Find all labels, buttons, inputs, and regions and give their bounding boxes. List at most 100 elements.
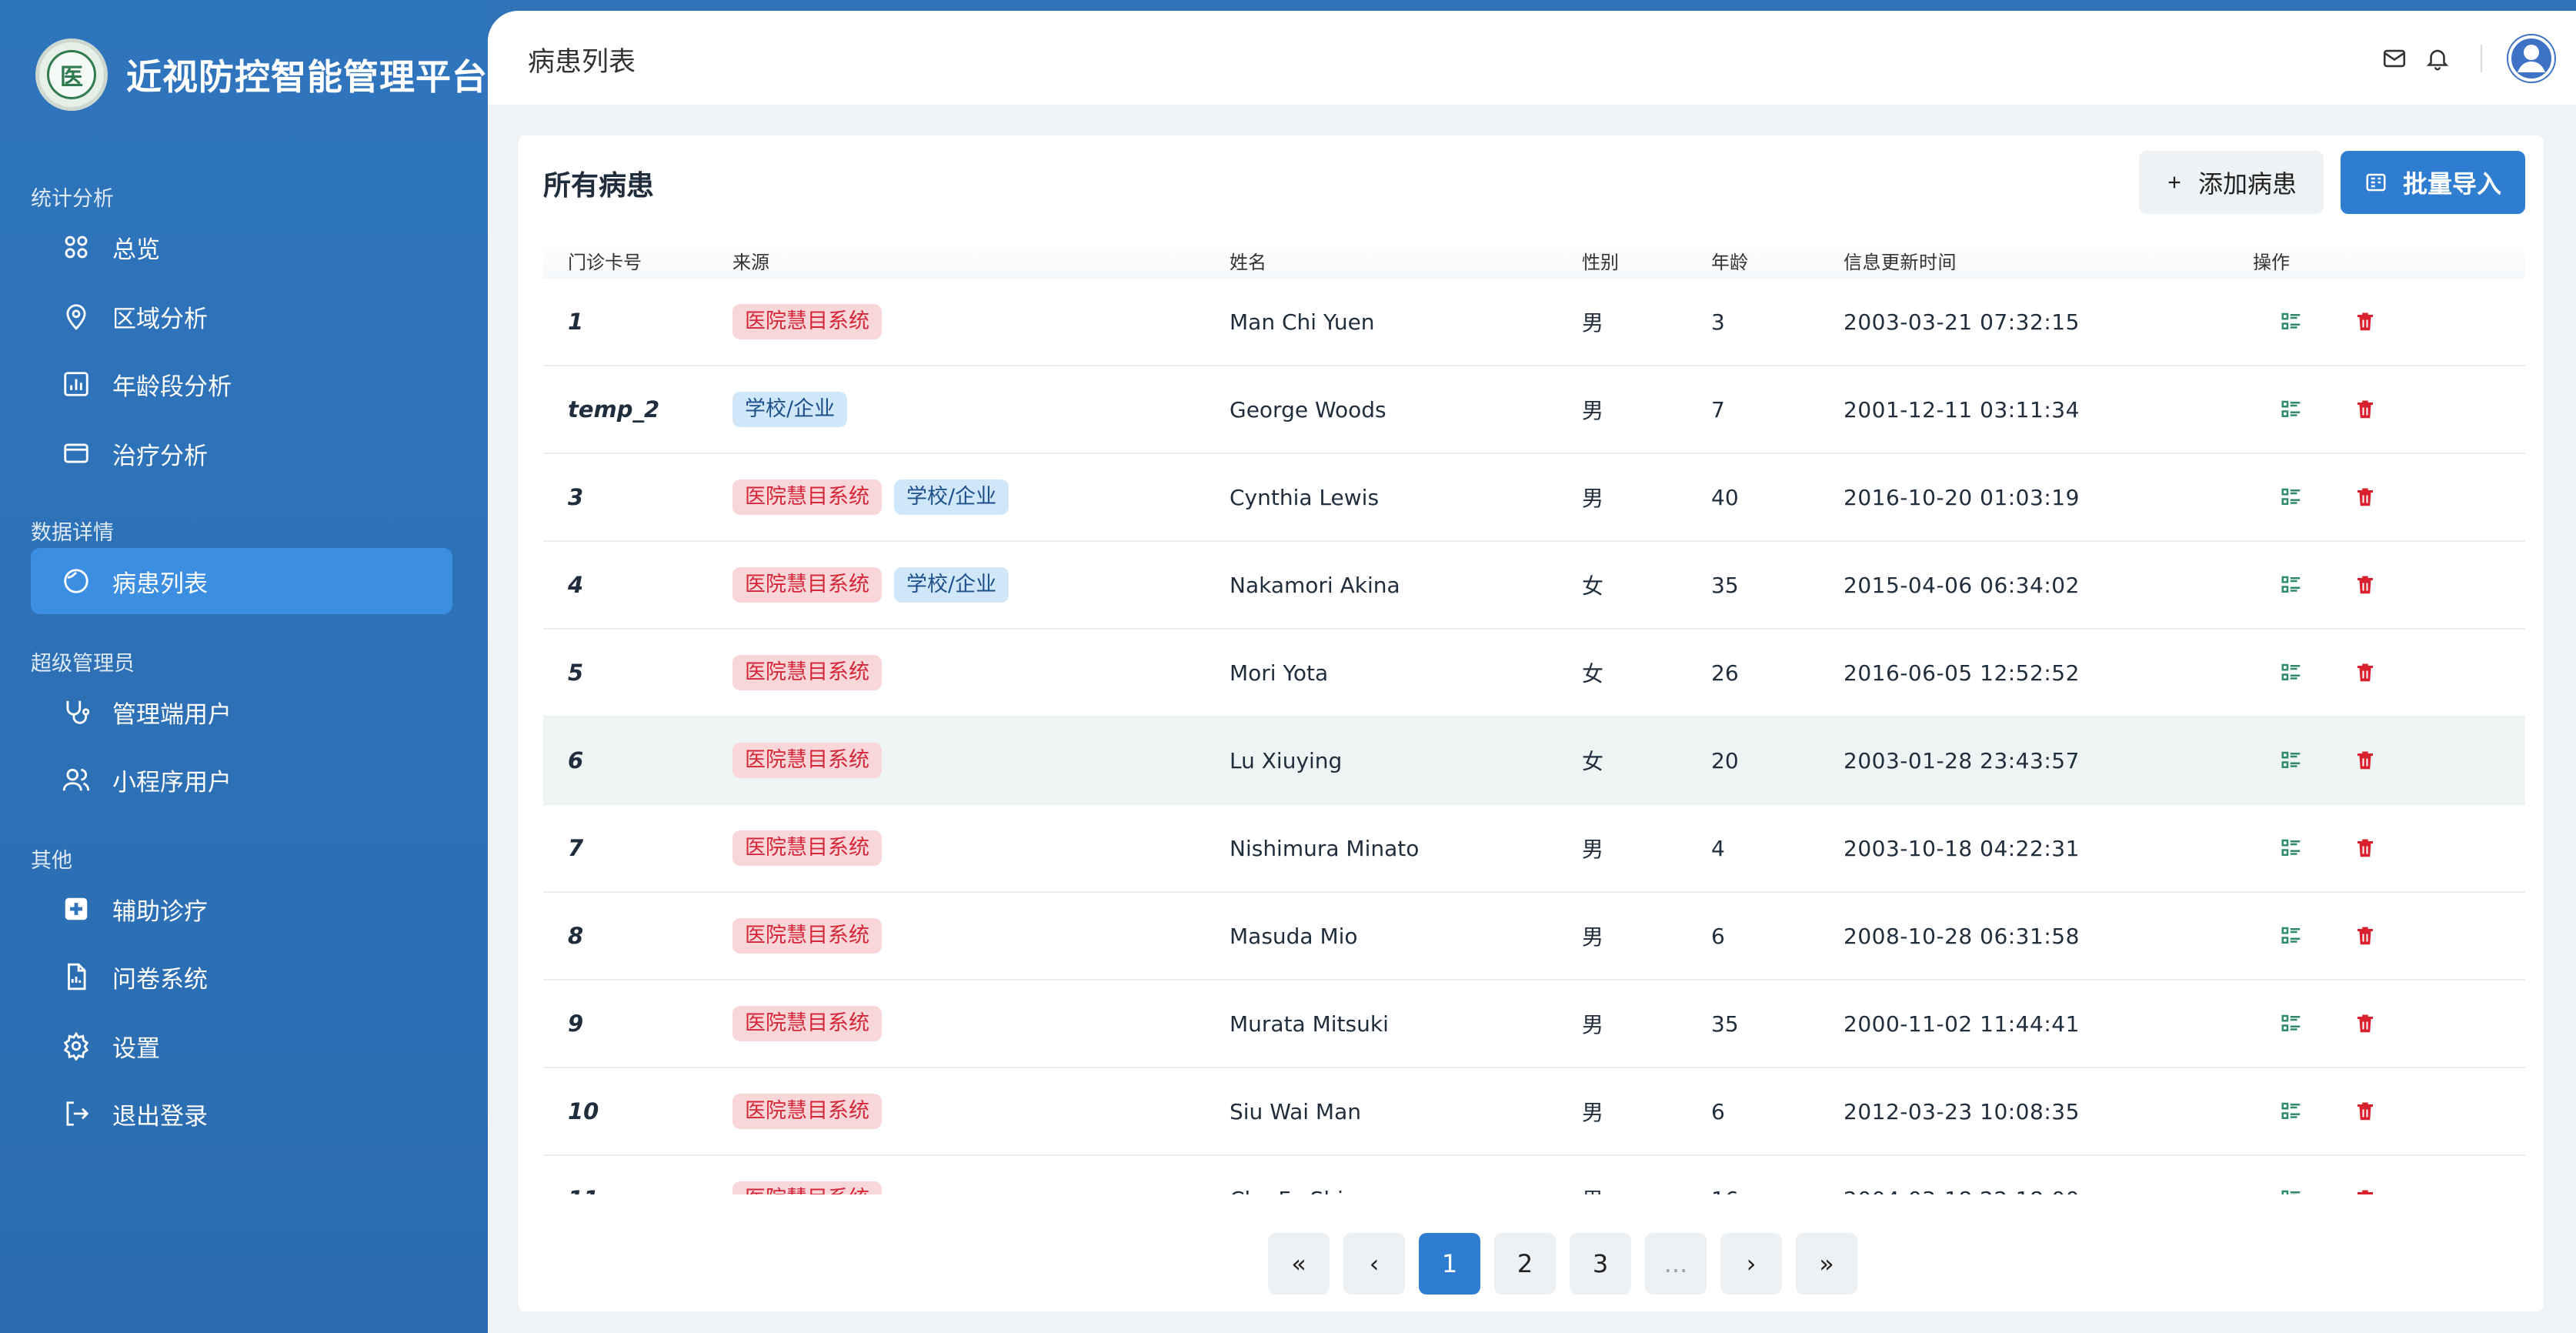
header-age: 年龄 (1711, 251, 1748, 273)
patient-age: 16 (1711, 1187, 1844, 1195)
table-row[interactable]: 8 医院慧目系统 Masuda Mio 男 6 2008-10-28 06:31:58 (543, 893, 2525, 981)
source-tag: 医院慧目系统 (732, 1181, 882, 1194)
detail-list-icon[interactable] (2276, 1008, 2307, 1039)
trash-icon[interactable] (2350, 570, 2381, 600)
table-row[interactable]: 4 医院慧目系统 学校/企业 Nakamori Akina 女 35 2015-04-06 … (543, 542, 2525, 630)
trash-icon[interactable] (2350, 306, 2381, 337)
last-page-button[interactable]: » (1796, 1233, 1857, 1295)
patient-sex: 男 (1582, 1100, 1604, 1125)
row-actions (2253, 1096, 2484, 1127)
card-number: temp_2 (568, 396, 660, 423)
trash-icon[interactable] (2350, 1096, 2381, 1127)
page-3-button[interactable]: 3 (1570, 1233, 1631, 1295)
header-card-no: 门诊卡号 (568, 251, 642, 273)
sidebar-item-treatment[interactable]: 治疗分析 (31, 420, 452, 486)
document-icon (62, 962, 91, 991)
header-source: 来源 (732, 251, 769, 273)
table-row[interactable]: 5 医院慧目系统 Mori Yota 女 26 2016-06-05 12:52:52 (543, 630, 2525, 717)
next-page-button[interactable]: › (1720, 1233, 1782, 1295)
table-row[interactable]: 11医院慧目系统 Cho Fu Shing男162004-03-18 22:18:… (543, 1156, 2525, 1194)
topbar-divider (2481, 45, 2482, 72)
trash-icon[interactable] (2350, 394, 2381, 425)
card-number: 10 (568, 1098, 599, 1124)
table-row[interactable]: 3 医院慧目系统 学校/企业 Cynthia Lewis 男 40 2016-10-20 0… (543, 454, 2525, 542)
first-page-button[interactable]: « (1268, 1233, 1330, 1295)
trash-icon[interactable] (2350, 657, 2381, 688)
row-actions (2253, 1184, 2484, 1194)
patient-name: Man Chi Yuen (1230, 309, 1375, 335)
patient-face-icon (62, 566, 91, 596)
trash-icon[interactable] (2350, 1008, 2381, 1039)
trash-icon[interactable] (2350, 482, 2381, 513)
stethoscope-icon (62, 697, 91, 727)
patient-name: Masuda Mio (1230, 923, 1358, 949)
sidebar-item-questionnaire[interactable]: 问卷系统 (31, 944, 452, 1010)
app-title: 近视防控智能管理平台 (126, 56, 488, 98)
sidebar-item-patient-list[interactable]: 病患列表 (31, 548, 452, 614)
row-actions (2253, 306, 2484, 337)
table-row[interactable]: 9 医院慧目系统 Murata Mitsuki 男 35 2000-11-02 11:44… (543, 981, 2525, 1068)
sidebar-item-overview[interactable]: 总览 (31, 214, 452, 280)
row-actions (2253, 745, 2484, 776)
source-tags: 医院慧目系统 (732, 830, 1230, 866)
source-tags: 医院慧目系统 学校/企业 (732, 567, 1230, 603)
patient-name: Cho Fu Shing (1230, 1187, 1582, 1195)
source-tag: 学校/企业 (894, 479, 1009, 515)
sidebar-item-settings[interactable]: 设置 (31, 1013, 452, 1079)
detail-list-icon[interactable] (2276, 482, 2307, 513)
table-row[interactable]: 7 医院慧目系统 Nishimura Minato 男 4 2003-10-18 04:2… (543, 805, 2525, 893)
detail-list-icon[interactable] (2276, 833, 2307, 864)
detail-list-icon[interactable] (2276, 1184, 2307, 1194)
users-icon (62, 765, 91, 794)
patient-age: 35 (1711, 572, 1739, 598)
source-tag: 医院慧目系统 (732, 1006, 882, 1041)
sidebar-item-assist-diagnosis[interactable]: 辅助诊疗 (31, 876, 452, 942)
detail-list-icon[interactable] (2276, 657, 2307, 688)
sidebar-item-age-analysis[interactable]: 年龄段分析 (31, 351, 452, 417)
table-row[interactable]: 6 医院慧目系统 Lu Xiuying 女 20 2003-01-28 23:43:57 (543, 717, 2525, 805)
mail-icon[interactable] (2373, 37, 2416, 80)
patient-card: 所有病患 添加病患 批量导入 门诊卡号 来源 姓名 性别 年龄 信息更新时间 操… (519, 135, 2544, 1311)
sidebar-item-region[interactable]: 区域分析 (31, 283, 452, 349)
patient-table: 门诊卡号 来源 姓名 性别 年龄 信息更新时间 操作 1 医院慧目系统 Man Ch… (543, 242, 2525, 1194)
sidebar-item-admin-users[interactable]: 管理端用户 (31, 679, 452, 745)
sidebar-item-label: 管理端用户 (112, 700, 232, 729)
update-time: 2004-03-18 22:18:00 (1844, 1187, 2253, 1195)
trash-icon[interactable] (2350, 833, 2381, 864)
row-actions (2253, 570, 2484, 600)
page-1-button[interactable]: 1 (1419, 1233, 1480, 1295)
detail-list-icon[interactable] (2276, 394, 2307, 425)
row-actions (2253, 482, 2484, 513)
card-number: 11 (543, 1186, 732, 1194)
topbar-actions (2373, 34, 2556, 83)
sidebar-item-label: 设置 (112, 1034, 160, 1063)
detail-list-icon[interactable] (2276, 306, 2307, 337)
trash-icon[interactable] (2350, 745, 2381, 776)
sidebar-item-miniapp-users[interactable]: 小程序用户 (31, 747, 452, 813)
table-row[interactable]: temp_2 学校/企业 George Woods 男 7 2001-12-11 03:1… (543, 366, 2525, 454)
avatar[interactable] (2507, 34, 2556, 83)
sidebar-item-logout[interactable]: 退出登录 (31, 1081, 452, 1147)
detail-list-icon[interactable] (2276, 920, 2307, 951)
update-time: 2008-10-28 06:31:58 (1844, 923, 2080, 949)
sidebar-item-label: 总览 (112, 236, 160, 264)
patient-sex: 男 (1582, 1184, 1711, 1194)
trash-icon[interactable] (2350, 920, 2381, 951)
bell-icon[interactable] (2416, 37, 2459, 80)
section-label-stats: 统计分析 (31, 187, 114, 211)
patient-sex: 女 (1582, 749, 1604, 774)
patient-age: 40 (1711, 484, 1739, 510)
page-2-button[interactable]: 2 (1494, 1233, 1556, 1295)
add-patient-button[interactable]: 添加病患 (2139, 151, 2324, 214)
patient-age: 7 (1711, 396, 1725, 423)
topbar: 病患列表 (488, 11, 2576, 105)
detail-list-icon[interactable] (2276, 570, 2307, 600)
prev-page-button[interactable]: ‹ (1343, 1233, 1405, 1295)
trash-icon[interactable] (2350, 1184, 2381, 1194)
detail-list-icon[interactable] (2276, 745, 2307, 776)
detail-list-icon[interactable] (2276, 1096, 2307, 1127)
table-row[interactable]: 1 医院慧目系统 Man Chi Yuen 男 3 2003-03-21 07:32:15 (543, 279, 2525, 366)
update-time: 2000-11-02 11:44:41 (1844, 1011, 2080, 1037)
table-row[interactable]: 10 医院慧目系统 Siu Wai Man 男 6 2012-03-23 10:08:35 (543, 1068, 2525, 1156)
batch-import-button[interactable]: 批量导入 (2341, 151, 2525, 214)
